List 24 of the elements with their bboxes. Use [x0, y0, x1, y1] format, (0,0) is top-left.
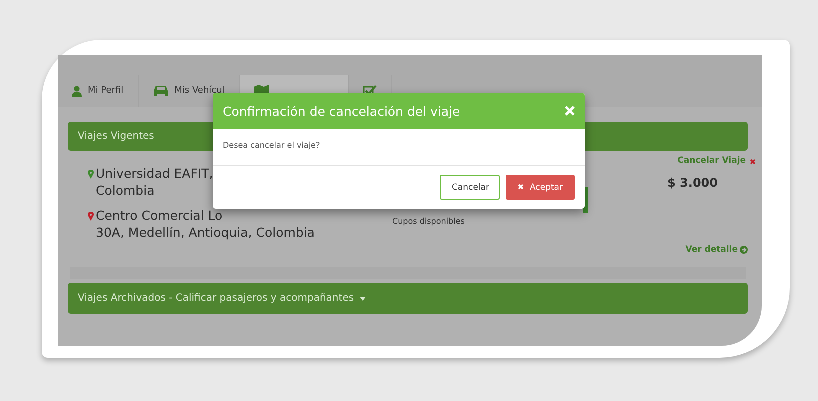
dialog-message: Desea cancelar el viaje?: [223, 141, 320, 150]
section-title: Viajes Archivados - Calificar pasajeros y acompañantes: [78, 293, 354, 304]
arrow-circle-icon: [740, 246, 748, 254]
section-header[interactable]: Viajes Archivados - Calificar pasajeros y acompañantes: [68, 283, 748, 314]
address-text: 30A, Medellín, Antioquia, Colombia: [96, 224, 315, 241]
address-text: Centro Comercial Lo: [96, 207, 224, 224]
accept-button[interactable]: Aceptar: [506, 175, 575, 200]
seats-label: Cupos disponibles: [392, 217, 466, 226]
location-pin-icon: [88, 212, 94, 221]
close-icon: [518, 184, 524, 190]
cancel-trip-link[interactable]: Cancelar Viaje: [678, 156, 746, 166]
tab-label: Mis Vehícul: [174, 86, 225, 96]
address-text: Colombia: [96, 182, 156, 199]
tab-label: Mi Perfil: [88, 86, 124, 96]
cancel-button[interactable]: Cancelar: [440, 175, 500, 200]
close-icon[interactable]: [565, 106, 575, 116]
tab[interactable]: Mi Perfil: [58, 75, 139, 107]
price: $ 3.000: [668, 176, 718, 190]
caret-icon: [360, 296, 366, 300]
address-text: Universidad EAFIT,: [96, 165, 214, 182]
location-pin-icon: [88, 170, 94, 179]
close-icon: [750, 159, 756, 165]
person-icon: [72, 86, 82, 96]
detail-link[interactable]: Ver detalle: [686, 245, 738, 255]
